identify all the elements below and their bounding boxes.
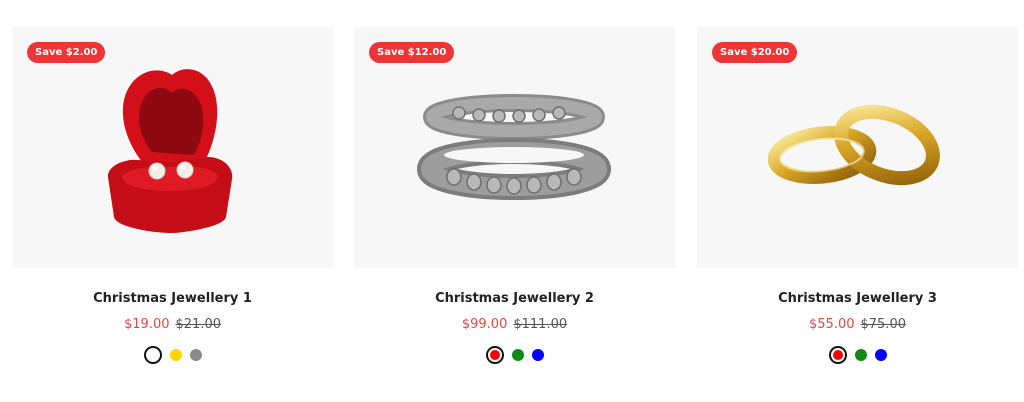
product-image-link[interactable]: Save $2.00 xyxy=(12,27,333,268)
product-grid: Save $2.00 Christmas Jewellery 1 $19.00 $… xyxy=(0,0,1024,402)
gold-rings-icon xyxy=(767,104,940,186)
product-card: Save $20.00 Christmas Jewellery 3 $55.00… xyxy=(697,27,1018,387)
product-title[interactable]: Christmas Jewellery 2 xyxy=(354,291,675,306)
swatch-yellow[interactable] xyxy=(169,349,182,361)
product-card: Save $2.00 Christmas Jewellery 1 $19.00 $… xyxy=(12,27,333,387)
sale-price: $19.00 xyxy=(124,317,170,332)
color-swatches xyxy=(12,346,333,364)
swatch-gray[interactable] xyxy=(189,349,202,361)
swatch-blue[interactable] xyxy=(874,349,887,361)
product-image-link[interactable]: Save $12.00 xyxy=(354,27,675,268)
price-row: $19.00 $21.00 xyxy=(12,317,333,332)
product-image-link[interactable]: Save $20.00 xyxy=(697,27,1018,268)
earring-box-icon xyxy=(107,69,233,233)
compare-price: $21.00 xyxy=(175,317,222,332)
price-row: $55.00 $75.00 xyxy=(697,317,1018,332)
discount-badge: Save $12.00 xyxy=(369,42,455,63)
product-title[interactable]: Christmas Jewellery 3 xyxy=(697,291,1018,306)
product-title[interactable]: Christmas Jewellery 1 xyxy=(12,291,333,306)
sale-price: $55.00 xyxy=(809,317,855,332)
color-swatches xyxy=(354,346,675,364)
swatch-white[interactable] xyxy=(143,346,162,364)
discount-badge: Save $2.00 xyxy=(27,42,106,63)
swatch-red[interactable] xyxy=(828,346,847,364)
swatch-blue[interactable] xyxy=(531,349,544,361)
color-swatches xyxy=(697,346,1018,364)
compare-price: $75.00 xyxy=(860,317,907,332)
compare-price: $111.00 xyxy=(513,317,568,332)
silver-bangles-icon xyxy=(417,94,611,200)
swatch-green[interactable] xyxy=(511,349,524,361)
swatch-red[interactable] xyxy=(485,346,504,364)
price-row: $99.00 $111.00 xyxy=(354,317,675,332)
discount-badge: Save $20.00 xyxy=(712,42,798,63)
sale-price: $99.00 xyxy=(461,317,508,332)
product-card: Save $12.00 Christmas Jewellery 2 $99.00… xyxy=(354,27,675,387)
swatch-green[interactable] xyxy=(854,349,867,361)
